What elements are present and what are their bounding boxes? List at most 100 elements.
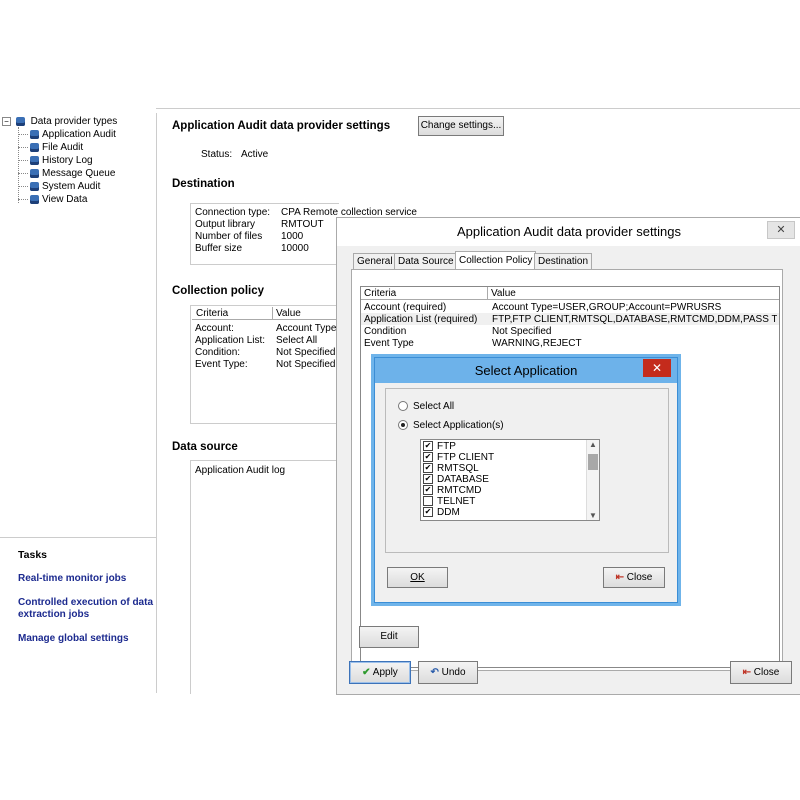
scroll-up-icon[interactable]: ▲: [589, 440, 597, 449]
close-button-label: Close: [626, 572, 653, 583]
checkbox-checked-icon[interactable]: ✔: [423, 441, 433, 452]
provider-icon: [30, 194, 39, 204]
grid-row-criteria[interactable]: Event Type: [364, 338, 414, 349]
tree-item-label: System Audit: [42, 181, 101, 192]
col-header-value: Value: [276, 308, 301, 319]
collection-policy-heading: Collection policy: [172, 285, 265, 297]
provider-icon: [30, 129, 39, 139]
grid-header-criteria: Criteria: [361, 287, 488, 300]
apply-button[interactable]: ✔ Apply: [349, 661, 411, 684]
tab-general[interactable]: General: [353, 253, 397, 270]
grid-row-value[interactable]: Account Type=USER,GROUP;Account=PWRUSRS: [492, 302, 721, 313]
tab-data-source[interactable]: Data Source: [394, 253, 458, 270]
dest-label: Buffer size: [195, 243, 243, 254]
app-item-ddm[interactable]: ✔ DDM: [423, 507, 460, 518]
app-name: FTP CLIENT: [437, 452, 495, 463]
page-title: Application Audit data provider settings: [172, 120, 391, 132]
change-settings-button[interactable]: Change settings...: [418, 116, 504, 136]
close-button-label: Close: [753, 667, 780, 678]
grid-row-criteria[interactable]: Account (required): [364, 302, 446, 313]
app-name: RMTSQL: [437, 463, 479, 474]
tree-item-view-data[interactable]: View Data: [18, 193, 87, 206]
status-value: Active: [241, 149, 269, 160]
select-application-dialog: Select Application ✕ Select All Select A…: [374, 357, 678, 603]
exit-icon: ⇤: [615, 572, 625, 583]
computer-icon: [15, 116, 25, 126]
dialog-close-icon[interactable]: ✕: [767, 221, 795, 239]
tree-item-label: File Audit: [42, 142, 84, 153]
radio-label: Select Application(s): [413, 420, 504, 431]
checkbox-unchecked-icon[interactable]: [423, 496, 433, 507]
app-name: FTP: [437, 441, 456, 452]
tree-item-system-audit[interactable]: System Audit: [18, 180, 100, 193]
grid-row-value[interactable]: Not Specified: [492, 326, 551, 337]
tab-collection-policy[interactable]: Collection Policy: [455, 251, 537, 270]
grid-row-criteria[interactable]: Condition: [364, 326, 406, 337]
provider-icon: [30, 155, 39, 165]
tree-item-label: Application Audit: [42, 129, 116, 140]
radio-on-icon: [398, 420, 408, 431]
tasks-title: Tasks: [18, 549, 47, 561]
app-item-rmtcmd[interactable]: ✔ RMTCMD: [423, 485, 481, 496]
tree-item-application-audit[interactable]: Application Audit: [18, 128, 116, 141]
dest-value: RMTOUT: [281, 219, 324, 230]
tasks-panel: Tasks Real-time monitor jobs Controlled …: [0, 537, 156, 694]
app-item-ftp-client[interactable]: ✔ FTP CLIENT: [423, 452, 494, 463]
modal-close-icon[interactable]: ✕: [643, 359, 671, 377]
grid-row-criteria[interactable]: Application List (required): [364, 314, 477, 325]
destination-heading: Destination: [172, 178, 235, 190]
dest-label: Output library: [195, 219, 256, 230]
dialog-close-button[interactable]: ⇤ Close: [730, 661, 792, 684]
grid-row-value[interactable]: FTP,FTP CLIENT,RMTSQL,DATABASE,RMTCMD,DD…: [492, 314, 777, 325]
checkbox-checked-icon[interactable]: ✔: [423, 474, 433, 485]
task-link-controlled-execution[interactable]: Controlled execution of data extraction …: [18, 597, 158, 621]
checkbox-checked-icon[interactable]: ✔: [423, 507, 433, 518]
grid-row-value[interactable]: WARNING,REJECT: [492, 338, 582, 349]
modal-content: Select All Select Application(s) ✔ FTP ✔ F…: [385, 388, 669, 553]
radio-select-applications[interactable]: Select Application(s): [398, 420, 504, 431]
app-name: RMTCMD: [437, 485, 482, 496]
tree-item-label: View Data: [42, 194, 88, 205]
radio-select-all[interactable]: Select All: [398, 401, 454, 412]
modal-title: Select Application: [375, 358, 677, 383]
task-link-global-settings[interactable]: Manage global settings: [18, 633, 129, 645]
policy-value: Account Type=: [276, 323, 336, 334]
edit-button[interactable]: Edit: [359, 626, 419, 648]
tree-item-file-audit[interactable]: File Audit: [18, 141, 83, 154]
provider-icon: [30, 142, 39, 152]
app-item-telnet[interactable]: TELNET: [423, 496, 475, 507]
checkbox-checked-icon[interactable]: ✔: [423, 452, 433, 463]
dest-value: 10000: [281, 243, 309, 254]
checkbox-checked-icon[interactable]: ✔: [423, 463, 433, 474]
policy-criteria: Event Type:: [195, 359, 248, 370]
tree-root[interactable]: − Data provider types: [2, 115, 117, 128]
policy-value: Not Specified: [276, 347, 336, 358]
grid-header-value: Value: [488, 287, 779, 300]
dest-label: Number of files: [195, 231, 263, 242]
status-label: Status:: [201, 149, 233, 160]
tab-destination[interactable]: Destination: [534, 253, 593, 270]
app-item-ftp[interactable]: ✔ FTP: [423, 441, 456, 452]
app-item-database[interactable]: ✔ DATABASE: [423, 474, 489, 485]
tree-item-history-log[interactable]: History Log: [18, 154, 93, 167]
radio-off-icon: [398, 401, 408, 412]
data-source-value: Application Audit log: [195, 465, 286, 476]
undo-button[interactable]: ↶ Undo: [418, 661, 478, 684]
undo-button-label: Undo: [441, 667, 466, 678]
ok-button[interactable]: OK: [387, 567, 448, 588]
provider-icon: [30, 181, 39, 191]
checkbox-checked-icon[interactable]: ✔: [423, 485, 433, 496]
scroll-thumb[interactable]: [588, 454, 598, 470]
app-name: TELNET: [437, 496, 476, 507]
task-link-realtime-monitor[interactable]: Real-time monitor jobs: [18, 573, 126, 585]
modal-close-button[interactable]: ⇤ Close: [603, 567, 665, 588]
app-item-rmtsql[interactable]: ✔ RMTSQL: [423, 463, 479, 474]
app-name: DATABASE: [437, 474, 489, 485]
list-scrollbar[interactable]: ▲ ▼: [586, 440, 599, 520]
collapse-icon[interactable]: −: [2, 116, 11, 126]
data-source-box: [190, 460, 339, 694]
scroll-down-icon[interactable]: ▼: [589, 511, 597, 520]
application-list[interactable]: ✔ FTP ✔ FTP CLIENT ✔ RMTSQL ✔ DATABASE ✔ RMTC…: [420, 439, 600, 521]
tree-item-message-queue[interactable]: Message Queue: [18, 167, 115, 180]
main-divider: [156, 108, 800, 111]
